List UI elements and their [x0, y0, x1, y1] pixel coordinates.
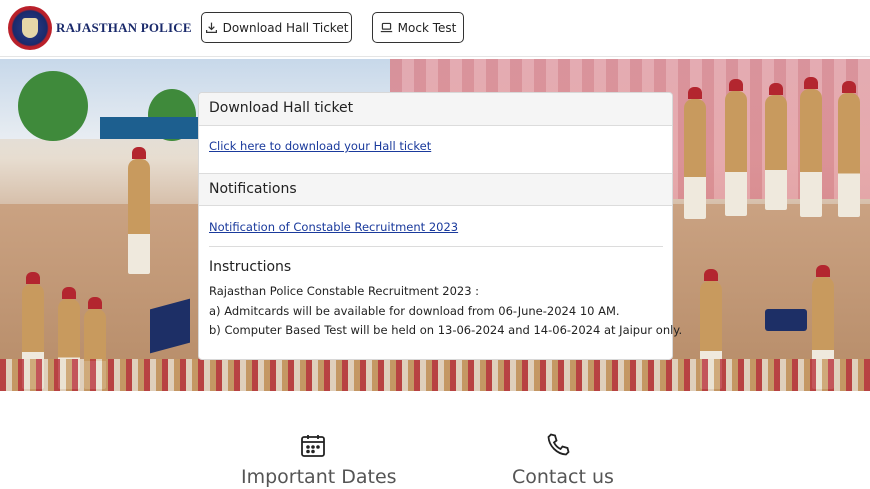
- hero-soldier-figure: [800, 77, 822, 217]
- brand-name[interactable]: RAJASTHAN POLICE: [56, 20, 192, 36]
- calendar-icon[interactable]: [300, 433, 326, 459]
- download-hall-ticket-button[interactable]: Download Hall Ticket: [201, 12, 352, 43]
- hero-soldier-figure: [765, 83, 787, 210]
- hero-soldier-figure: [128, 147, 150, 274]
- contact-us-link[interactable]: Contact us: [512, 466, 614, 488]
- important-dates-link[interactable]: Important Dates: [241, 466, 397, 488]
- top-header: RAJASTHAN POLICE Download Hall Ticket Mo…: [0, 0, 870, 57]
- hero-parade-rows: [0, 359, 870, 391]
- rajasthan-police-logo[interactable]: [8, 6, 52, 50]
- download-hall-ticket-link[interactable]: Click here to download your Hall ticket: [209, 139, 431, 153]
- instructions-heading: Instructions: [209, 259, 292, 275]
- hero-banner: [765, 309, 807, 331]
- download-icon: [205, 22, 217, 33]
- hero-soldier-figure: [725, 79, 747, 216]
- mock-test-button[interactable]: Mock Test: [372, 12, 464, 43]
- constable-notification-link[interactable]: Notification of Constable Recruitment 20…: [209, 220, 458, 234]
- hero-canopy: [100, 117, 200, 139]
- instruction-line: a) Admitcards will be available for down…: [209, 304, 620, 318]
- laptop-icon: [380, 22, 392, 33]
- info-panel: Download Hall ticket Click here to downl…: [198, 92, 682, 360]
- phone-icon[interactable]: [545, 432, 571, 458]
- download-hall-ticket-label: Download Hall Ticket: [222, 20, 349, 35]
- hero-tree: [18, 71, 88, 141]
- section-divider: [209, 246, 663, 247]
- hall-ticket-heading: Download Hall ticket: [199, 93, 672, 126]
- notifications-heading: Notifications: [199, 173, 672, 206]
- hero-soldier-figure: [684, 87, 706, 219]
- instruction-line: b) Computer Based Test will be held on 1…: [209, 323, 683, 337]
- instruction-line: Rajasthan Police Constable Recruitment 2…: [209, 284, 480, 298]
- hero-soldier-figure: [838, 81, 860, 217]
- mock-test-label: Mock Test: [397, 20, 457, 35]
